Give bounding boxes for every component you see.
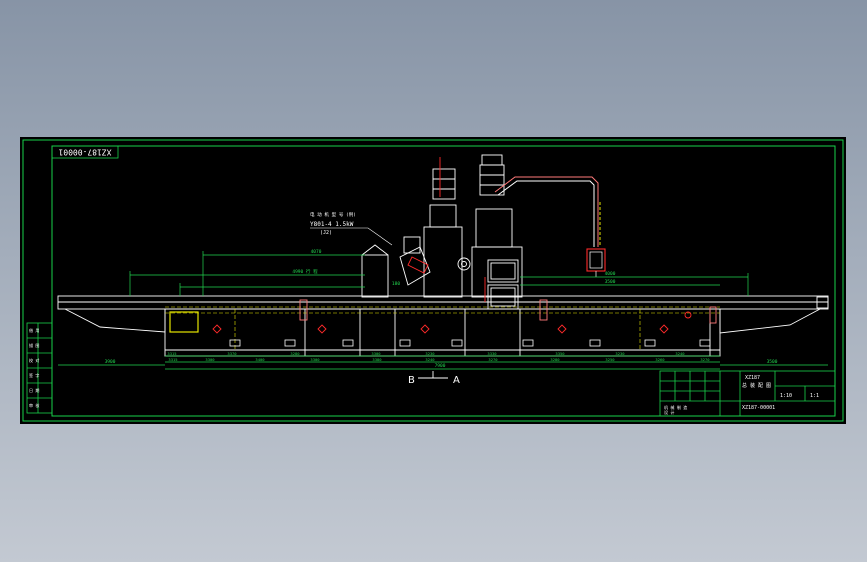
machine-bed xyxy=(57,295,829,357)
dim-row2-9: 3260 xyxy=(655,357,665,362)
section-label-b: B xyxy=(408,375,415,386)
sidebar-label-5: 日 期 xyxy=(29,387,39,393)
dim-row1-2: 3280 xyxy=(290,351,300,356)
dim-row2-0: 3315 xyxy=(168,357,177,362)
dim-row2-1: 3300 xyxy=(205,357,215,362)
dim-row1-7: 3230 xyxy=(615,351,625,356)
dim-overall: 7900 xyxy=(435,363,446,369)
dim-row1-8: 3240 xyxy=(675,351,685,356)
machine-assembly-drawing[interactable]: 借 用 描 图 校 对 签 字 日 期 审 核 XZ187-00001 电 动 … xyxy=(20,137,846,424)
sidebar-label-4: 签 字 xyxy=(29,372,39,378)
dimension-row-1: 3315 3370 3280 3300 3230 3330 3350 3230 … xyxy=(167,351,685,356)
dim-row2-8: 3250 xyxy=(605,357,615,362)
control-box xyxy=(169,311,199,333)
dimension-row-2: 3315 3300 3400 3300 3380 3240 3270 3280 … xyxy=(168,357,710,362)
title-name-line-1: XZ187 xyxy=(745,375,760,381)
dim-upper-left: 4990 行 程 xyxy=(292,268,318,275)
overhead-arm xyxy=(494,176,601,247)
dim-row1-4: 3230 xyxy=(425,351,435,356)
dim-row2-2: 3400 xyxy=(255,357,265,362)
motor-note: 电 动 机 型 号 (例) Y801-4 1.5kW (J2) xyxy=(310,211,393,246)
dim-row1-3: 3300 xyxy=(371,351,381,356)
dim-row1-6: 3350 xyxy=(555,351,565,356)
sidebar-label-1: 借 用 xyxy=(29,327,39,333)
title-company-line-2: 设 计 xyxy=(664,409,674,415)
dim-row2-5: 3240 xyxy=(425,357,435,362)
dim-row1-1: 3370 xyxy=(227,351,237,356)
dim-top-1: 4070 xyxy=(311,249,322,255)
motor-note-line-1: 电 动 机 型 号 (例) xyxy=(310,211,356,218)
sidebar-label-6: 审 核 xyxy=(29,402,39,408)
title-name-line-2: 总 装 配 图 xyxy=(742,382,771,389)
machining-head xyxy=(361,154,523,310)
dim-row1-0: 3315 xyxy=(167,351,176,356)
sidebar-label-2: 描 图 xyxy=(29,342,39,348)
dim-row2-6: 3270 xyxy=(488,357,498,362)
title-drawing-no: XZ187-00001 xyxy=(742,405,775,411)
hidden-lines xyxy=(165,306,720,350)
anchor-markers xyxy=(212,311,692,334)
pendant-control xyxy=(586,248,606,277)
dim-top-2: 4000 xyxy=(605,271,616,277)
section-label-a: A xyxy=(453,375,460,386)
binding-strip xyxy=(26,322,53,414)
cad-drawing-viewport[interactable]: 借 用 描 图 校 对 签 字 日 期 审 核 XZ187-00001 电 动 … xyxy=(20,137,846,424)
leveling-feet xyxy=(229,339,711,347)
sidebar-label-3: 校 对 xyxy=(29,357,39,363)
dim-mid-left: 180 xyxy=(392,281,400,287)
dim-top-3: 3500 xyxy=(605,279,616,285)
title-scale: 1:10 xyxy=(780,393,792,399)
motor-note-line-3: (J2) xyxy=(320,230,332,236)
dim-row2-4: 3380 xyxy=(372,357,382,362)
dim-row2-10: 3270 xyxy=(700,357,710,362)
table-clamps xyxy=(299,299,717,324)
dim-row1-5: 3330 xyxy=(487,351,497,356)
dim-row2-3: 3300 xyxy=(310,357,320,362)
dim-row2-7: 3280 xyxy=(550,357,560,362)
drawing-code: XZ187-00001 xyxy=(58,148,111,157)
drawing-code-box: XZ187-00001 xyxy=(51,145,119,159)
dim-base-left: 3900 xyxy=(105,359,116,365)
title-sheet: 1:1 xyxy=(810,393,819,399)
motor-note-line-2: Y801-4 1.5kW xyxy=(310,221,354,228)
dim-base-right: 3500 xyxy=(767,359,778,365)
section-mark: B A xyxy=(408,371,460,386)
